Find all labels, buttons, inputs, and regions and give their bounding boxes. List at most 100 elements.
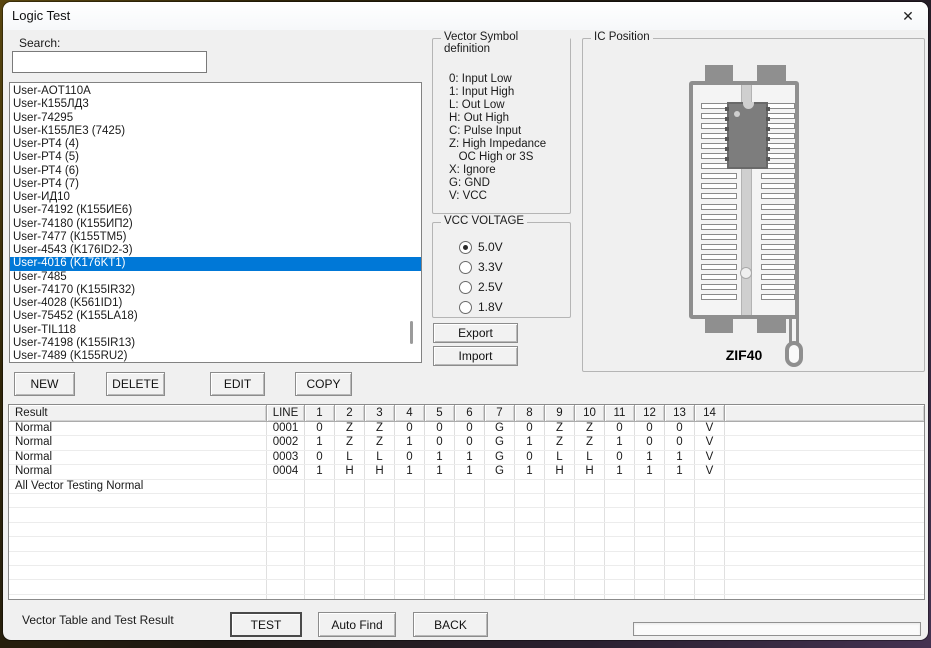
table-cell <box>605 494 635 507</box>
list-item[interactable]: User-К155ЛЕ3 (7425) <box>10 125 421 138</box>
list-item[interactable]: User-74180 (К155ИП2) <box>10 218 421 231</box>
vector-row[interactable]: Normal00021ZZ100G1ZZ100V <box>9 436 924 450</box>
back-button[interactable]: BACK <box>413 612 488 637</box>
table-cell <box>515 537 545 550</box>
list-scrollbar-thumb[interactable] <box>410 321 413 344</box>
vcc-option-2.5V[interactable]: 2.5V <box>459 279 503 295</box>
table-cell <box>515 566 545 579</box>
table-header-cell: 10 <box>575 405 605 421</box>
legend-line: H: Out High <box>449 112 546 125</box>
vcc-option-3.3V[interactable]: 3.3V <box>459 259 503 275</box>
table-cell: 0001 <box>267 422 305 435</box>
pin-slot-right <box>761 193 795 199</box>
pin-slot-left <box>701 264 737 270</box>
list-item[interactable]: User-TIL118 <box>10 324 421 337</box>
vector-result-table[interactable]: ResultLINE1234567891011121314 Normal0001… <box>8 404 925 600</box>
table-cell: G <box>485 451 515 464</box>
empty-row[interactable] <box>9 566 924 580</box>
list-item[interactable]: User-7477 (К155ТМ5) <box>10 231 421 244</box>
pin-slot-left <box>701 284 737 290</box>
list-item[interactable]: User-74170 (K155IR32) <box>10 284 421 297</box>
table-cell: 0 <box>605 451 635 464</box>
search-input[interactable] <box>12 51 207 73</box>
list-item[interactable]: User-ИД10 <box>10 191 421 204</box>
table-cell <box>485 580 515 593</box>
list-item[interactable]: User-РТ4 (5) <box>10 151 421 164</box>
empty-row[interactable] <box>9 537 924 551</box>
list-item[interactable]: User-К155ЛД3 <box>10 98 421 111</box>
table-cell: 0 <box>425 422 455 435</box>
close-icon[interactable]: ✕ <box>896 6 920 27</box>
radio-icon[interactable] <box>459 301 472 314</box>
empty-row[interactable] <box>9 595 924 600</box>
pin-slot-left <box>701 193 737 199</box>
pin-slot-right <box>761 264 795 270</box>
table-cell: 1 <box>395 436 425 449</box>
table-cell <box>9 580 267 593</box>
table-cell: L <box>335 451 365 464</box>
edit-button[interactable]: EDIT <box>210 372 265 396</box>
table-cell <box>305 552 335 565</box>
vector-row[interactable]: Normal00041HH111G1HH111V <box>9 465 924 479</box>
auto-find-button[interactable]: Auto Find <box>318 612 396 637</box>
empty-row[interactable] <box>9 494 924 508</box>
import-button[interactable]: Import <box>433 346 518 366</box>
vcc-option-1.8V[interactable]: 1.8V <box>459 299 503 315</box>
table-cell <box>395 494 425 507</box>
export-button[interactable]: Export <box>433 323 518 343</box>
table-cell <box>635 480 665 493</box>
table-cell <box>575 523 605 536</box>
list-item[interactable]: User-74198 (K155IR13) <box>10 337 421 350</box>
table-cell: H <box>335 465 365 478</box>
vcc-option-5.0V[interactable]: 5.0V <box>459 239 503 255</box>
table-cell <box>545 537 575 550</box>
new-button[interactable]: NEW <box>14 372 75 396</box>
table-cell: H <box>575 465 605 478</box>
test-button[interactable]: TEST <box>230 612 302 637</box>
table-cell: 0 <box>305 422 335 435</box>
list-item[interactable]: User-75452 (K155LA18) <box>10 310 421 323</box>
list-item[interactable]: User-AOT110A <box>10 85 421 98</box>
vector-symbol-legend: 0: Input Low1: Input HighL: Out LowH: Ou… <box>449 73 546 203</box>
vector-row[interactable]: Normal00010ZZ000G0ZZ000V <box>9 422 924 436</box>
title-bar[interactable]: Logic Test ✕ <box>3 2 928 30</box>
list-item[interactable]: User-7489 (K155RU2) <box>10 350 421 363</box>
table-cell <box>305 508 335 521</box>
table-cell <box>695 508 725 521</box>
empty-row[interactable] <box>9 523 924 537</box>
list-item[interactable]: User-4016 (K176KT1) <box>10 257 421 270</box>
table-cell <box>575 580 605 593</box>
copy-button[interactable]: COPY <box>295 372 352 396</box>
radio-icon[interactable] <box>459 281 472 294</box>
list-item[interactable]: User-4028 (K561ID1) <box>10 297 421 310</box>
radio-icon[interactable] <box>459 241 472 254</box>
list-item[interactable]: User-РТ4 (6) <box>10 165 421 178</box>
table-cell <box>725 451 924 464</box>
empty-row[interactable] <box>9 508 924 522</box>
table-cell <box>725 508 924 521</box>
list-item[interactable]: User-74192 (К155ИЕ6) <box>10 204 421 217</box>
list-item[interactable]: User-7485 <box>10 271 421 284</box>
table-cell <box>575 508 605 521</box>
radio-icon[interactable] <box>459 261 472 274</box>
table-cell: 0 <box>305 451 335 464</box>
list-item[interactable]: User-4543 (K176ID2-3) <box>10 244 421 257</box>
empty-row[interactable] <box>9 580 924 594</box>
summary-row[interactable]: All Vector Testing Normal <box>9 480 924 494</box>
list-item[interactable]: User-74295 <box>10 112 421 125</box>
table-header-cell: 4 <box>395 405 425 421</box>
table-cell: 1 <box>455 451 485 464</box>
pin-slot-left <box>701 214 737 220</box>
delete-button[interactable]: DELETE <box>106 372 165 396</box>
list-item[interactable]: User-РТ4 (7) <box>10 178 421 191</box>
table-header-cell: 8 <box>515 405 545 421</box>
device-list[interactable]: User-AOT110AUser-К155ЛД3User-74295User-К… <box>9 82 422 363</box>
empty-row[interactable] <box>9 552 924 566</box>
table-cell <box>575 552 605 565</box>
pin-slot-right <box>761 244 795 250</box>
vector-row[interactable]: Normal00030LL011G0LL011V <box>9 451 924 465</box>
table-cell <box>725 537 924 550</box>
table-cell <box>335 580 365 593</box>
table-cell <box>395 595 425 600</box>
list-item[interactable]: User-РТ4 (4) <box>10 138 421 151</box>
